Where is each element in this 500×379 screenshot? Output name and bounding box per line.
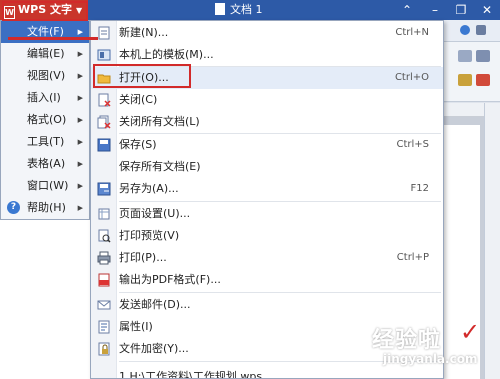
menu-item-label: 插入(I) (27, 91, 61, 104)
close-button[interactable]: ✕ (476, 0, 498, 20)
menu-item-edit[interactable]: 编辑(E) ▶ (1, 43, 89, 65)
menu-item-table[interactable]: 表格(A) ▶ (1, 153, 89, 175)
menu-item-label: 帮助(H) (27, 201, 66, 214)
settings-icon[interactable] (476, 25, 486, 35)
menu-item-tools[interactable]: 工具(T) ▶ (1, 131, 89, 153)
menu-item-label: 页面设置(U)... (119, 207, 191, 220)
menu-item-help[interactable]: ? 帮助(H) ▶ (1, 197, 89, 219)
menu-item-shortcut: Ctrl+O (394, 72, 429, 83)
menu-item-close[interactable]: 关闭(C) (91, 89, 443, 111)
align-icon[interactable] (458, 50, 472, 62)
encrypt-icon (98, 342, 110, 356)
chevron-right-icon: ▶ (77, 50, 83, 58)
vertical-scrollbar[interactable] (484, 103, 500, 379)
menu-item-label: 表格(A) (27, 157, 66, 170)
checkmark-icon: ✓ (460, 318, 481, 346)
menu-item-label: 另存为(A)... (119, 182, 179, 195)
menu-item-label: 属性(I) (119, 320, 153, 333)
menu-item-send-mail[interactable]: 发送邮件(D)... (91, 294, 443, 316)
app-menu: 文件(F) ▶ 编辑(E) ▶ 视图(V) ▶ 插入(I) ▶ 格式(O) ▶ 工具(T)… (0, 20, 90, 220)
properties-icon (98, 320, 110, 334)
menu-item-close-all[interactable]: 关闭所有文档(L) (91, 111, 443, 133)
document-title-text: 文档 1 (230, 3, 263, 16)
pdf-icon (98, 273, 110, 287)
maximize-button[interactable]: ❐ (450, 0, 472, 20)
menu-item-print[interactable]: 打印(P)... Ctrl+P (91, 247, 443, 269)
chevron-up-icon[interactable]: ⌃ (396, 0, 418, 20)
help-icon[interactable] (460, 25, 470, 35)
menu-item-page-setup[interactable]: 页面设置(U)... (91, 203, 443, 225)
new-doc-icon (98, 26, 110, 40)
menu-item-view[interactable]: 视图(V) ▶ (1, 65, 89, 87)
menu-item-label: 关闭所有文档(L) (119, 115, 200, 128)
save-icon (97, 138, 111, 152)
page-setup-icon (98, 208, 110, 220)
menu-item-label: 视图(V) (27, 69, 66, 82)
print-preview-icon (98, 229, 111, 243)
menu-item-export-pdf[interactable]: 输出为PDF格式(F)... (91, 269, 443, 291)
menu-item-label: 保存所有文档(E) (119, 160, 201, 173)
document-title: 文档 1 (215, 0, 263, 20)
menu-item-label: 发送邮件(D)... (119, 298, 191, 311)
menu-item-shortcut: Ctrl+S (396, 139, 429, 150)
menu-item-label: 打印(P)... (119, 251, 167, 264)
annotation-underline (8, 37, 98, 40)
menu-item-shortcut: Ctrl+P (396, 252, 429, 263)
menu-item-label: 新建(N)... (119, 26, 169, 39)
menu-item-format[interactable]: 格式(O) ▶ (1, 109, 89, 131)
chevron-right-icon: ▶ (77, 138, 83, 146)
menu-item-label: 文件加密(Y)... (119, 342, 189, 355)
font-color-icon[interactable] (476, 74, 490, 86)
chevron-right-icon: ▶ (77, 160, 83, 168)
menu-item-shortcut: Ctrl+N (395, 27, 429, 38)
printer-icon (97, 251, 111, 265)
menu-separator (119, 201, 441, 202)
menu-item-save-as[interactable]: 另存为(A)... F12 (91, 178, 443, 200)
menu-item-label: 窗口(W) (27, 179, 69, 192)
menu-item-window[interactable]: 窗口(W) ▶ (1, 175, 89, 197)
close-doc-icon (98, 93, 111, 107)
menu-item-label: 保存(S) (119, 138, 157, 151)
menu-item-print-preview[interactable]: 打印预览(V) (91, 225, 443, 247)
menu-item-templates[interactable]: 本机上的模板(M)... (91, 44, 443, 66)
format-icon[interactable] (476, 50, 490, 62)
chevron-right-icon: ▶ (77, 116, 83, 124)
menu-item-save-all[interactable]: 保存所有文档(E) (91, 156, 443, 178)
highlight-icon[interactable] (458, 74, 472, 86)
menu-item-shortcut: F12 (410, 183, 429, 194)
menu-item-label: 输出为PDF格式(F)... (119, 273, 221, 286)
mail-icon (97, 300, 111, 310)
menu-item-label: 编辑(E) (27, 47, 65, 60)
menu-item-label: 打印预览(V) (119, 229, 180, 242)
minimize-button[interactable]: – (424, 0, 446, 20)
template-icon (97, 49, 111, 61)
annotation-highlight-box (93, 64, 191, 88)
chevron-right-icon: ▶ (77, 72, 83, 80)
watermark-url: jingyanla.com (383, 352, 478, 366)
menu-item-label: 关闭(C) (119, 93, 158, 106)
menu-item-label: 本机上的模板(M)... (119, 48, 214, 61)
menu-item-label: 工具(T) (27, 135, 65, 148)
close-all-icon (97, 115, 111, 129)
chevron-right-icon: ▶ (77, 204, 83, 212)
annotation-highlight-box (2, 1, 88, 21)
menu-item-label: 格式(O) (27, 113, 67, 126)
menu-item-insert[interactable]: 插入(I) ▶ (1, 87, 89, 109)
help-icon: ? (7, 201, 20, 214)
watermark-logo: 经验啦 (372, 328, 442, 353)
save-as-icon (97, 182, 111, 196)
menu-separator (119, 292, 441, 293)
chevron-right-icon: ▶ (77, 94, 83, 102)
menu-item-recent-file[interactable]: 1 H:\工作资料\工作规划.wps (91, 366, 443, 379)
chevron-right-icon: ▶ (77, 182, 83, 190)
menu-item-label: 1 H:\工作资料\工作规划.wps (119, 370, 263, 379)
menu-item-save[interactable]: 保存(S) Ctrl+S (91, 134, 443, 156)
menu-item-new[interactable]: 新建(N)... Ctrl+N (91, 22, 443, 44)
document-icon (215, 3, 225, 15)
